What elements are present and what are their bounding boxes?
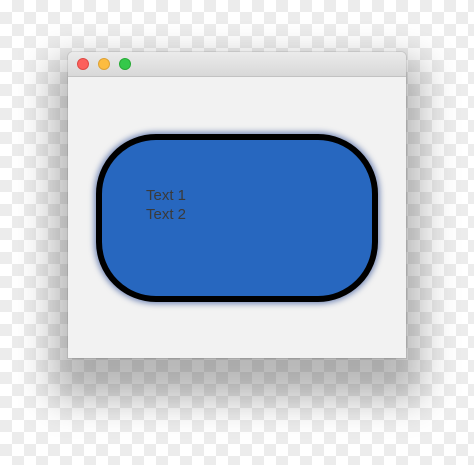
- shape-text: Text 1 Text 2: [146, 186, 186, 224]
- close-button[interactable]: [77, 58, 89, 70]
- zoom-button[interactable]: [119, 58, 131, 70]
- rounded-rectangle-shape: Text 1 Text 2: [96, 134, 378, 302]
- app-window: Text 1 Text 2: [68, 52, 406, 358]
- window-content: Text 1 Text 2: [68, 77, 406, 358]
- minimize-button[interactable]: [98, 58, 110, 70]
- text-line-1: Text 1: [146, 187, 187, 204]
- text-line-2: Text 2: [146, 206, 187, 223]
- title-bar[interactable]: [68, 52, 406, 77]
